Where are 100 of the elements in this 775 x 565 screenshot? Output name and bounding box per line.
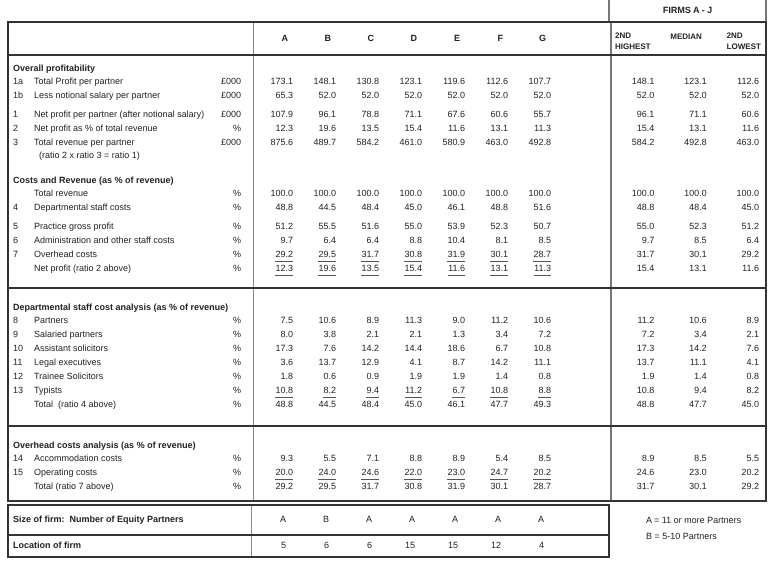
row-label: Salaried partners bbox=[34, 329, 103, 340]
value-cell: 44.5 bbox=[318, 201, 336, 214]
value-cell: 100.0 bbox=[270, 187, 293, 200]
stat-cell: 29.2 bbox=[741, 249, 759, 260]
section-heading: Departmental staff cost analysis (as % of revenue) bbox=[13, 302, 228, 312]
value-cell: 580.9 bbox=[442, 136, 465, 150]
stat-cell: 71.1 bbox=[689, 109, 707, 120]
stat-cell: 8.9 bbox=[746, 315, 759, 326]
value-cell: 3.6 bbox=[280, 356, 293, 370]
value-cell: 8.2 bbox=[323, 384, 336, 398]
value-cell: 9.0 bbox=[452, 314, 465, 328]
value-cell: 1.9 bbox=[452, 370, 465, 384]
row-label: Trainee Solicitors bbox=[34, 371, 104, 382]
value-cell: 0.9 bbox=[366, 370, 379, 384]
value-cell: 29.2 bbox=[275, 480, 293, 494]
value-cell: 8.8 bbox=[409, 234, 422, 248]
row-label: Partners bbox=[34, 315, 68, 326]
value-cell: 107.7 bbox=[528, 75, 551, 88]
stat-cell: 52.0 bbox=[741, 90, 759, 100]
value-cell: 6.4 bbox=[366, 234, 379, 248]
value-cell: 1.3 bbox=[452, 328, 465, 342]
value-cell: 492.8 bbox=[528, 136, 551, 150]
value-cell: 52.0 bbox=[361, 89, 379, 102]
column-header: B bbox=[324, 32, 331, 43]
value-cell: 24.6 bbox=[361, 466, 379, 480]
value-cell: 11.6 bbox=[448, 262, 465, 276]
row-label: Legal executives bbox=[34, 357, 102, 368]
stat-cell: 45.0 bbox=[741, 399, 759, 410]
value-cell: 19.6 bbox=[318, 122, 336, 136]
value-cell: 4.1 bbox=[409, 356, 422, 370]
value-cell: 8.8 bbox=[409, 452, 422, 466]
legend-text: A = 11 or more Partners bbox=[646, 514, 742, 527]
stat-cell: 1.4 bbox=[694, 371, 707, 382]
value-cell: 10.8 bbox=[533, 342, 551, 356]
stat-cell: 148.1 bbox=[632, 76, 654, 86]
value-cell: 30.8 bbox=[404, 480, 422, 494]
value-cell: 30.8 bbox=[404, 248, 422, 262]
value-cell: 28.7 bbox=[533, 248, 551, 262]
value-cell: 31.9 bbox=[447, 480, 465, 494]
value-cell: 31.7 bbox=[361, 248, 379, 262]
value-cell: 6.4 bbox=[323, 234, 336, 248]
row-number: 8 bbox=[13, 315, 18, 326]
unit-label: % bbox=[232, 399, 241, 410]
value-cell: 47.7 bbox=[490, 398, 508, 412]
unit-label: % bbox=[232, 371, 241, 382]
value-cell: 100.0 bbox=[356, 187, 379, 200]
value-cell: 46.1 bbox=[447, 201, 465, 214]
value-cell: 6 bbox=[324, 540, 329, 550]
value-cell: 148.1 bbox=[313, 75, 336, 88]
column-header: G bbox=[538, 32, 546, 43]
value-cell: 119.6 bbox=[443, 75, 465, 88]
row-label: Overhead costs bbox=[34, 249, 98, 260]
legend-text: B = 5-10 Partners bbox=[646, 530, 718, 542]
value-cell: 14.2 bbox=[361, 342, 379, 356]
unit-label: £000 bbox=[220, 137, 241, 148]
value-cell: 7.5 bbox=[280, 314, 293, 328]
row-label: Total (ratio 4 above) bbox=[34, 399, 116, 410]
value-cell: 20.2 bbox=[533, 466, 551, 480]
value-cell: A bbox=[494, 514, 501, 524]
unit-label: % bbox=[232, 357, 241, 368]
stat-cell: 100.0 bbox=[632, 188, 654, 198]
value-cell: 14.2 bbox=[490, 356, 508, 370]
column-header: A bbox=[282, 32, 288, 43]
value-cell: 10.6 bbox=[533, 314, 551, 328]
value-cell: 8.8 bbox=[538, 384, 551, 398]
stat-cell: 55.0 bbox=[636, 221, 654, 232]
value-cell: 52.0 bbox=[533, 89, 551, 102]
stat-cell: 23.0 bbox=[689, 467, 707, 478]
column-group-header: FIRMS A - J bbox=[662, 4, 712, 17]
stat-cell: 45.0 bbox=[741, 202, 759, 212]
stat-cell: 584.2 bbox=[632, 137, 654, 148]
value-cell: 11.6 bbox=[448, 122, 465, 136]
column-header: 2ND LOWEST bbox=[726, 30, 762, 52]
value-cell: 0.6 bbox=[323, 370, 336, 384]
stat-cell: 8.5 bbox=[694, 453, 707, 464]
value-cell: 13.5 bbox=[361, 262, 379, 276]
value-cell: 17.3 bbox=[275, 342, 293, 356]
stat-cell: 2.1 bbox=[746, 329, 759, 340]
value-cell: 463.0 bbox=[485, 136, 508, 150]
value-cell: 10.4 bbox=[447, 234, 465, 248]
row-number: 12 bbox=[13, 371, 24, 382]
value-cell: 48.4 bbox=[361, 201, 379, 214]
row-label: Net profit (ratio 2 above) bbox=[34, 263, 132, 274]
value-cell: 9.3 bbox=[280, 452, 293, 466]
value-cell: 0.8 bbox=[538, 370, 551, 384]
value-cell: 9.4 bbox=[366, 384, 379, 398]
stat-cell: 17.3 bbox=[636, 343, 654, 354]
unit-label: % bbox=[232, 481, 241, 492]
value-cell: 11.2 bbox=[491, 314, 508, 328]
value-cell: 3.8 bbox=[323, 328, 336, 342]
value-cell: 100.0 bbox=[399, 187, 422, 200]
row-number: 10 bbox=[13, 343, 24, 354]
value-cell: 14.4 bbox=[404, 342, 422, 356]
stat-cell: 112.6 bbox=[737, 76, 759, 86]
value-cell: 48.8 bbox=[275, 398, 293, 412]
value-cell: 28.7 bbox=[533, 480, 551, 494]
stat-cell: 14.2 bbox=[689, 343, 707, 354]
stat-cell: 31.7 bbox=[636, 481, 654, 492]
stat-cell: 9.4 bbox=[694, 385, 707, 396]
value-cell: 8.5 bbox=[538, 234, 551, 248]
